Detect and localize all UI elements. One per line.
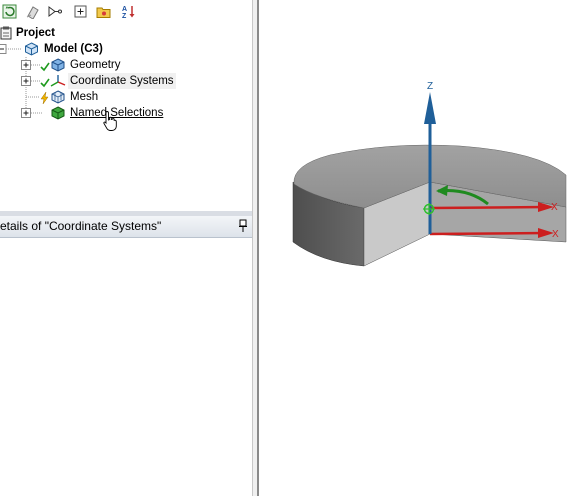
geometry-icon: [51, 58, 65, 72]
tree-toolbar: A Z: [0, 0, 252, 24]
mesh-icon: [51, 90, 65, 104]
tree-item-label: Geometry: [70, 59, 121, 71]
refresh-icon[interactable]: [2, 4, 17, 19]
pin-icon[interactable]: [238, 219, 248, 233]
lightning-icon: [40, 92, 49, 104]
x-axis-label-secondary: X: [552, 229, 559, 240]
x-axis-line: [429, 205, 547, 210]
named-selections-icon: [51, 106, 65, 120]
expand-icon[interactable]: [21, 108, 43, 119]
hand-cursor-icon: [103, 111, 117, 131]
z-axis-arrowhead: [424, 92, 436, 124]
folder-icon[interactable]: [96, 4, 111, 19]
svg-text:A: A: [122, 6, 127, 13]
project-icon: [0, 26, 12, 40]
details-panel-title: etails of "Coordinate Systems": [0, 219, 162, 233]
tree-item-label: Mesh: [70, 91, 99, 103]
expand-all-icon[interactable]: [73, 4, 88, 19]
model-scene[interactable]: Z X X: [259, 0, 577, 496]
graphics-viewport[interactable]: Z X X: [259, 0, 577, 496]
clear-icon[interactable]: [25, 4, 40, 19]
model-icon: [25, 42, 38, 56]
tree-item-label: Model (C3): [44, 43, 103, 55]
details-panel-header: etails of "Coordinate Systems": [0, 216, 252, 238]
expand-icon[interactable]: [21, 60, 41, 71]
check-icon: [40, 62, 50, 72]
svg-text:Z: Z: [122, 13, 127, 19]
coordinate-systems-icon: [50, 75, 66, 87]
tree-item-label: Coordinate Systems: [68, 73, 176, 89]
filter-icon[interactable]: [48, 4, 63, 19]
collapse-icon[interactable]: [0, 41, 24, 57]
z-axis-label: Z: [427, 81, 433, 92]
check-icon: [40, 78, 50, 88]
x-axis-label: X: [551, 202, 558, 213]
tree-panel: A Z Project Model (C3) Geometry Coordina…: [0, 0, 252, 496]
x-axis-line-secondary: [429, 231, 547, 236]
expand-icon[interactable]: [21, 76, 41, 87]
tree-item-label: Project: [16, 27, 55, 39]
sort-az-icon[interactable]: A Z: [121, 4, 136, 19]
